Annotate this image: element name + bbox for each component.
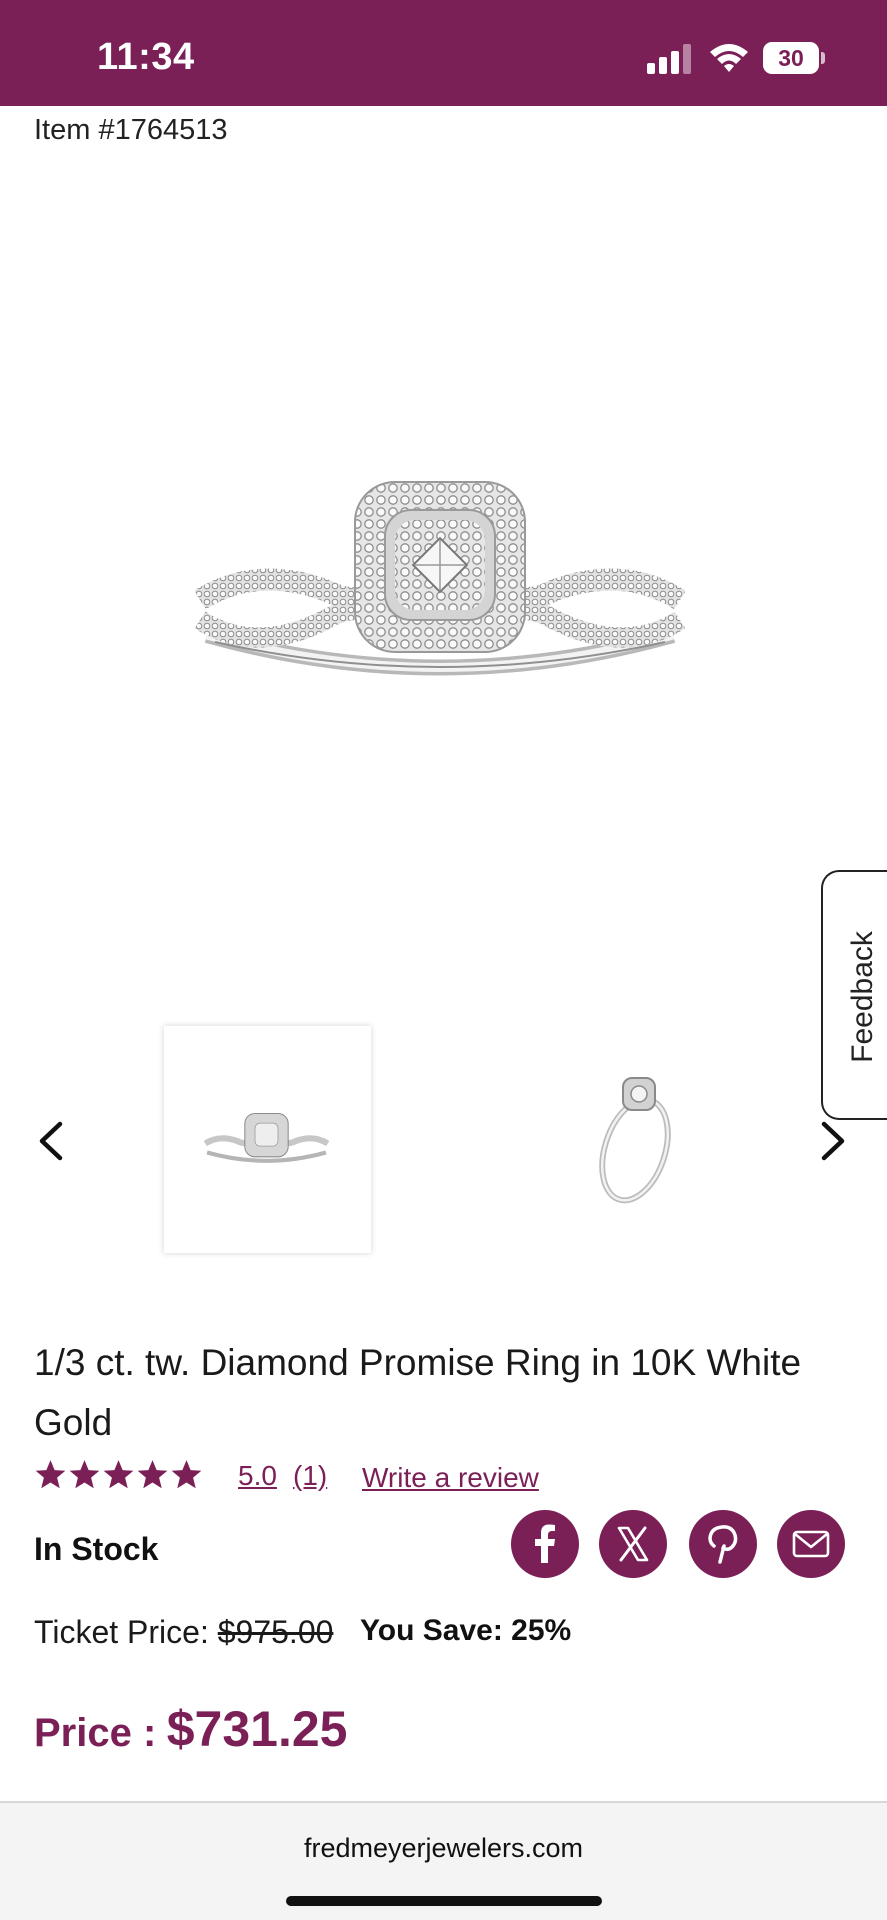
rating-count-link[interactable]: (1): [293, 1460, 327, 1492]
price-row: Price : $731.25: [34, 1700, 348, 1758]
main-product-image[interactable]: [195, 470, 685, 710]
product-title: 1/3 ct. tw. Diamond Promise Ring in 10K …: [34, 1342, 802, 1443]
status-bar: 11:34 30: [0, 0, 887, 106]
star-icon: [35, 1460, 66, 1489]
share-facebook-button[interactable]: [511, 1510, 579, 1578]
you-save-label: You Save:: [360, 1614, 503, 1647]
chevron-right-icon[interactable]: [808, 1118, 854, 1164]
star-icon: [69, 1460, 100, 1489]
ticket-price-label: Ticket Price:: [34, 1614, 218, 1650]
signal-icon: [647, 44, 691, 74]
star-icon: [137, 1460, 168, 1489]
status-time: 11:34: [97, 36, 195, 78]
stock-status: In Stock: [34, 1531, 159, 1567]
thumbnail-side-image: [599, 1077, 671, 1204]
share-email-button[interactable]: [777, 1510, 845, 1578]
rating-row: 5.0 (1) Write a review: [34, 1456, 734, 1496]
x-icon: [617, 1526, 649, 1562]
feedback-tab[interactable]: Feedback: [821, 870, 887, 1120]
write-review-link[interactable]: Write a review: [362, 1462, 539, 1494]
browser-bar: fredmeyerjewelers.com: [0, 1801, 887, 1920]
battery-tip: [821, 52, 825, 64]
price-value: $731.25: [166, 1701, 348, 1757]
mail-icon: [792, 1530, 830, 1558]
wifi-icon: [710, 44, 748, 72]
thumbnail-front[interactable]: [164, 1026, 371, 1253]
home-indicator[interactable]: [286, 1896, 602, 1906]
you-save-value: 25%: [511, 1614, 572, 1647]
price-label: Price :: [34, 1711, 157, 1755]
url-bar[interactable]: fredmeyerjewelers.com: [0, 1833, 887, 1864]
item-number: Item #1764513: [34, 114, 228, 146]
you-save: You Save: 25%: [360, 1614, 571, 1648]
ticket-price-row: Ticket Price: $975.00: [34, 1614, 333, 1651]
pinterest-icon: [708, 1525, 738, 1564]
thumbnail-front-image: [204, 1112, 329, 1163]
share-pinterest-button[interactable]: [689, 1510, 757, 1578]
rating-value-link[interactable]: 5.0: [238, 1460, 277, 1492]
star-icon: [103, 1460, 134, 1489]
ticket-price-value: $975.00: [217, 1614, 334, 1650]
star-icon: [171, 1460, 202, 1489]
battery-level: 30: [763, 42, 819, 74]
feedback-label: Feedback: [846, 931, 879, 1063]
share-x-button[interactable]: [599, 1510, 667, 1578]
battery-icon: 30: [763, 42, 825, 74]
chevron-left-icon[interactable]: [30, 1118, 76, 1164]
star-rating: [34, 1458, 204, 1492]
facebook-icon: [535, 1524, 555, 1563]
thumbnail-side[interactable]: [550, 1040, 720, 1240]
